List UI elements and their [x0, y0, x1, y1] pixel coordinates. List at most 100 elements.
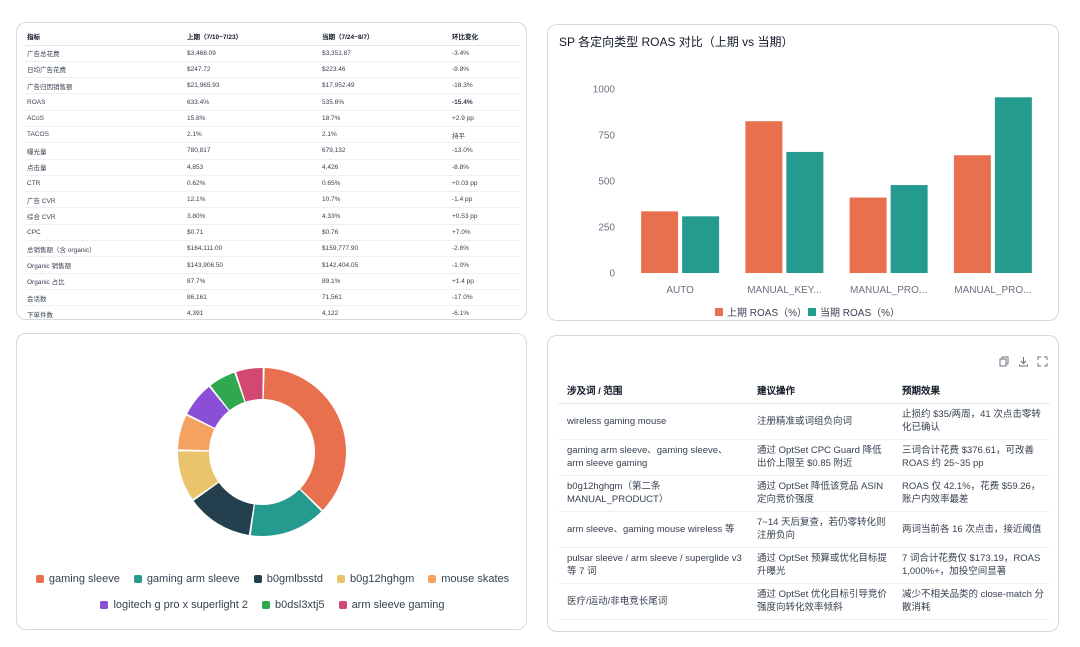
metrics-row: 广告总花费 $3,468.09 $3,351.87 -3.4%: [25, 45, 520, 62]
donut-legend-item[interactable]: b0g12hghgm: [337, 573, 414, 585]
legend-swatch: [100, 601, 109, 609]
legend-label[interactable]: 当期 ROAS（%）: [820, 306, 900, 319]
y-tick-label: 250: [598, 223, 615, 234]
donut-legend-item[interactable]: gaming sleeve: [35, 573, 120, 585]
metrics-row: 日均广告花费 $247.72 $223.46 -9.8%: [25, 61, 520, 79]
metrics-row: 广告 CVR 12.1% 10.7% -1.4 pp: [25, 191, 520, 209]
legend-label: arm sleeve gaming: [351, 599, 445, 611]
metrics-row: 广告归因销售额 $21,965.93 $17,952.49 -18.3%: [25, 77, 520, 95]
donut-legend-item[interactable]: gaming arm sleeve: [133, 573, 240, 585]
metrics-cell: $143,906.50: [185, 256, 320, 274]
roas-bar-chart: 0 250 500 750 1000 AUTO MANUAL_KEY... MANUAL_PR…: [593, 85, 1032, 319]
donut-legend-item[interactable]: logitech g pro x superlight 2: [100, 599, 248, 611]
bar-previous-1[interactable]: [745, 121, 783, 273]
metrics-cell: $159,777.90: [320, 240, 450, 258]
bar-current-0[interactable]: [682, 216, 720, 273]
bar-current-3[interactable]: [994, 97, 1032, 273]
expand-icon[interactable]: [1037, 356, 1048, 367]
metrics-cell: +0.03 pp: [450, 175, 520, 193]
metrics-cell: 点击量: [25, 159, 185, 176]
bar-previous-2[interactable]: [849, 197, 887, 273]
legend-swatch: [338, 601, 347, 609]
suggestion-row: 医疗/运动/非电竞长尾词 通过 OptSet 优化目标引导竞价强度向转化效率倾斜减…: [558, 583, 1050, 620]
bar-current-1[interactable]: [786, 151, 824, 273]
metrics-cell: 下单件数: [25, 305, 185, 319]
donut-legend-row-1: gaming sleeve gaming arm sleeve b0gmlbsstd…: [17, 573, 526, 585]
metrics-cell: $3,351.87: [320, 45, 450, 62]
metrics-cell: $3,468.09: [185, 45, 320, 62]
roas-bar-chart-card: SP 各定向类型 ROAS 对比（上期 vs 当期） 0 250 500 750 100…: [547, 24, 1059, 321]
download-icon[interactable]: [1018, 356, 1029, 367]
bar-previous-0[interactable]: [641, 211, 679, 273]
table-toolbar: [999, 356, 1048, 367]
suggestion-cell: wireless gaming mouse: [558, 403, 748, 440]
suggestion-row: wireless gaming mouse 注册精准或词组负向词 止损约 $35/两…: [558, 403, 1050, 440]
metrics-cell: CPC: [25, 224, 185, 242]
donut-legend-item[interactable]: mouse skates: [428, 573, 509, 585]
legend-label: logitech g pro x superlight 2: [113, 599, 249, 611]
metrics-cell: 679,132: [320, 142, 450, 160]
legend-label: b0dsl3xtj5: [275, 599, 325, 611]
metrics-row: 曝光量 780,817 679,132 -13.0%: [25, 142, 520, 160]
legend-label: gaming arm sleeve: [146, 573, 240, 585]
metrics-cell: 10.7%: [320, 191, 450, 209]
metrics-cell: 71,561: [320, 289, 450, 307]
metrics-cell: 0.65%: [320, 175, 450, 193]
legend-swatch: [715, 308, 723, 316]
legend-swatch: [428, 575, 437, 583]
suggestion-row: arm sleeve、gaming mouse wireless 等 7~14 天…: [558, 511, 1050, 548]
suggestion-row: gaming arm sleeve、gaming sleeve、arm slee…: [558, 439, 1050, 476]
metrics-cell: 15.8%: [185, 110, 320, 127]
metrics-cell: 12.1%: [185, 191, 320, 209]
metrics-cell: ROAS: [25, 93, 185, 111]
suggestion-cell: 通过 OptSet 优化目标引导竞价强度向转化效率倾斜: [748, 583, 893, 620]
metrics-cell: 会话数: [25, 289, 185, 307]
metrics-header-cell: 当期（7/24~8/7）: [320, 28, 450, 46]
donut-slice-0[interactable]: [263, 368, 346, 510]
suggestion-row: pulsar sleeve / arm sleeve / superglide …: [558, 547, 1050, 584]
metrics-row: Organic 销售额 $143,906.50 $142,404.05 -1.0%: [25, 256, 520, 274]
suggestion-cell: 7~14 天后复查，若仍零转化则注册负向: [748, 511, 893, 548]
legend-swatch: [133, 575, 142, 583]
legend-swatch: [35, 575, 44, 583]
metrics-row: 总销售额（含 organic） $164,111.00 $159,777.90 -2.…: [25, 240, 520, 258]
metrics-cell: 2.1%: [185, 126, 320, 144]
x-tick-label: MANUAL_KEY...: [747, 285, 821, 296]
metrics-cell: -6.1%: [450, 305, 520, 319]
y-tick-label: 1000: [593, 85, 616, 96]
metrics-cell: $164,111.00: [185, 240, 320, 258]
metrics-cell: 4,391: [185, 305, 320, 319]
donut-legend-item[interactable]: b0gmlbsstd: [253, 573, 324, 585]
metrics-cell: 86,161: [185, 289, 320, 307]
suggestion-card: 涉及词 / 范围 建议操作 预期效果 wireless gaming mouse…: [547, 335, 1059, 632]
metrics-cell: -18.3%: [450, 77, 520, 95]
metrics-cell: $0.71: [185, 224, 320, 242]
metrics-table: 指标 上期（7/10~7/23） 当期（7/24~8/7） 环比变化 广告总花费…: [25, 28, 520, 319]
metrics-cell: $0.76: [320, 224, 450, 242]
metrics-card: 指标 上期（7/10~7/23） 当期（7/24~8/7） 环比变化 广告总花费…: [16, 22, 527, 320]
suggestion-cell: 注册精准或词组负向词: [748, 403, 893, 440]
legend-label: b0g12hghgm: [350, 573, 415, 585]
x-tick-label: MANUAL_PRO...: [954, 285, 1031, 296]
legend-swatch: [253, 575, 262, 583]
suggestion-cell: 医疗/运动/非电竞长尾词: [558, 583, 748, 620]
donut-legend-item[interactable]: b0dsl3xtj5: [262, 599, 325, 611]
metrics-cell: 780,817: [185, 142, 320, 160]
metrics-cell: 广告归因销售额: [25, 77, 185, 95]
suggestion-header-row: 涉及词 / 范围 建议操作 预期效果: [558, 377, 1050, 404]
metrics-cell: -2.6%: [450, 240, 520, 258]
metrics-cell: +2.9 pp: [450, 110, 520, 127]
bar-current-2[interactable]: [890, 185, 928, 273]
legend-swatch: [808, 308, 816, 316]
metrics-row: CPC $0.71 $0.76 +7.0%: [25, 224, 520, 242]
metrics-cell: CTR: [25, 175, 185, 193]
metrics-cell: 4,426: [320, 159, 450, 176]
copy-icon[interactable]: [999, 356, 1010, 367]
bar-previous-3[interactable]: [953, 155, 991, 273]
legend-label[interactable]: 上期 ROAS（%）: [727, 307, 807, 319]
metrics-cell: 89.1%: [320, 273, 450, 290]
suggestion-cell: arm sleeve、gaming mouse wireless 等: [558, 511, 748, 548]
metrics-cell: 18.7%: [320, 110, 450, 127]
legend-label: b0gmlbsstd: [266, 573, 324, 585]
donut-legend-item[interactable]: arm sleeve gaming: [338, 599, 445, 611]
